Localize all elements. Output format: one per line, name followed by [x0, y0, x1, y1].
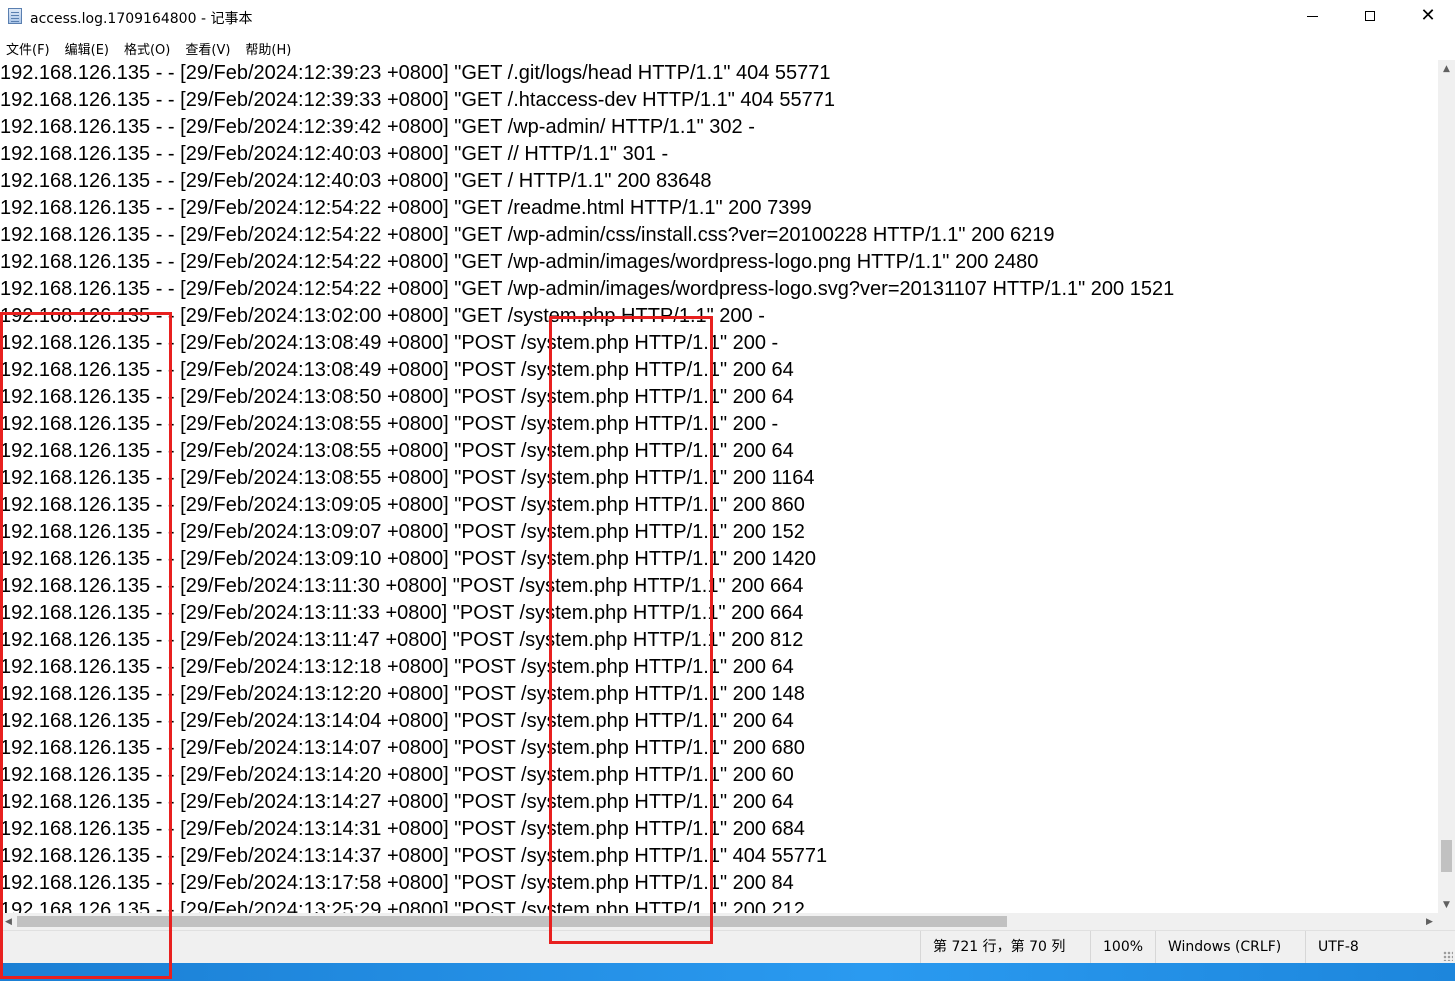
log-line: 192.168.126.135 - - [29/Feb/2024:13:09:1… [0, 548, 817, 570]
log-line: 192.168.126.135 - - [29/Feb/2024:13:08:4… [0, 332, 779, 354]
log-line: 192.168.126.135 - - [29/Feb/2024:12:54:2… [0, 278, 1175, 300]
scroll-down-icon[interactable]: ▼ [1438, 896, 1455, 913]
log-line: 192.168.126.135 - - [29/Feb/2024:12:40:0… [0, 170, 712, 192]
log-line: 192.168.126.135 - - [29/Feb/2024:12:54:2… [0, 224, 1055, 246]
log-line: 192.168.126.135 - - [29/Feb/2024:13:14:0… [0, 737, 805, 759]
log-line: 192.168.126.135 - - [29/Feb/2024:13:11:4… [0, 629, 804, 651]
menu-format[interactable]: 格式(O) [118, 39, 179, 58]
minimize-icon [1306, 15, 1318, 17]
minimize-button[interactable] [1288, 0, 1336, 32]
zoom-level: 100% [1090, 931, 1155, 963]
log-line: 192.168.126.135 - - [29/Feb/2024:13:14:0… [0, 710, 794, 732]
log-line: 192.168.126.135 - - [29/Feb/2024:13:14:2… [0, 764, 794, 786]
menu-bar: 文件(F) 编辑(E) 格式(O) 查看(V) 帮助(H) [0, 36, 1455, 60]
resize-grip-icon[interactable] [1443, 951, 1453, 961]
scroll-corner [1438, 913, 1455, 930]
log-line: 192.168.126.135 - - [29/Feb/2024:13:14:3… [0, 818, 805, 840]
menu-view[interactable]: 查看(V) [179, 39, 239, 58]
log-line: 192.168.126.135 - - [29/Feb/2024:13:17:5… [0, 872, 794, 894]
menu-edit[interactable]: 编辑(E) [59, 39, 118, 58]
horizontal-scroll-thumb[interactable] [17, 916, 1007, 927]
log-line: 192.168.126.135 - - [29/Feb/2024:12:39:2… [0, 62, 831, 84]
scroll-up-icon[interactable]: ▲ [1438, 60, 1455, 77]
log-line: 192.168.126.135 - - [29/Feb/2024:13:08:4… [0, 359, 794, 381]
log-line: 192.168.126.135 - - [29/Feb/2024:12:54:2… [0, 197, 812, 219]
log-line: 192.168.126.135 - - [29/Feb/2024:13:08:5… [0, 386, 794, 408]
vertical-scroll-thumb[interactable] [1441, 840, 1452, 872]
menu-help[interactable]: 帮助(H) [239, 39, 300, 58]
encoding: UTF-8 [1305, 931, 1455, 963]
close-icon: ✕ [1420, 5, 1436, 26]
log-line: 192.168.126.135 - - [29/Feb/2024:13:09:0… [0, 494, 805, 516]
status-bar: 第 721 行，第 70 列 100% Windows (CRLF) UTF-8 [0, 930, 1455, 963]
maximize-icon [1365, 11, 1375, 21]
log-line: 192.168.126.135 - - [29/Feb/2024:13:14:3… [0, 845, 828, 867]
text-editor[interactable]: 192.168.126.135 - - [29/Feb/2024:12:39:2… [0, 60, 1438, 913]
log-line: 192.168.126.135 - - [29/Feb/2024:13:14:2… [0, 791, 794, 813]
log-line: 192.168.126.135 - - [29/Feb/2024:13:08:5… [0, 440, 794, 462]
log-line: 192.168.126.135 - - [29/Feb/2024:13:12:2… [0, 683, 805, 705]
log-line: 192.168.126.135 - - [29/Feb/2024:12:39:4… [0, 116, 755, 138]
scroll-right-icon[interactable]: ▶ [1421, 913, 1438, 930]
log-line: 192.168.126.135 - - [29/Feb/2024:13:11:3… [0, 602, 804, 624]
log-line: 192.168.126.135 - - [29/Feb/2024:12:40:0… [0, 143, 669, 165]
log-line: 192.168.126.135 - - [29/Feb/2024:13:25:2… [0, 899, 805, 913]
close-button[interactable]: ✕ [1404, 0, 1452, 32]
scroll-left-icon[interactable]: ◀ [0, 913, 17, 930]
cursor-position: 第 721 行，第 70 列 [920, 931, 1090, 963]
log-line: 192.168.126.135 - - [29/Feb/2024:12:54:2… [0, 251, 1039, 273]
notepad-icon [8, 8, 22, 24]
taskbar-strip [0, 963, 1455, 981]
log-line: 192.168.126.135 - - [29/Feb/2024:13:02:0… [0, 305, 765, 327]
title-bar: access.log.1709164800 - 记事本 ✕ [0, 0, 1455, 34]
log-line: 192.168.126.135 - - [29/Feb/2024:13:12:1… [0, 656, 794, 678]
log-line: 192.168.126.135 - - [29/Feb/2024:13:08:5… [0, 467, 815, 489]
log-line: 192.168.126.135 - - [29/Feb/2024:13:09:0… [0, 521, 805, 543]
horizontal-scrollbar[interactable]: ◀ ▶ [0, 913, 1438, 930]
maximize-button[interactable] [1346, 0, 1394, 32]
window-title: access.log.1709164800 - 记事本 [30, 11, 253, 27]
log-line: 192.168.126.135 - - [29/Feb/2024:12:39:3… [0, 89, 835, 111]
menu-file[interactable]: 文件(F) [0, 39, 59, 58]
log-line: 192.168.126.135 - - [29/Feb/2024:13:11:3… [0, 575, 804, 597]
vertical-scrollbar[interactable]: ▲ ▼ [1438, 60, 1455, 913]
log-line: 192.168.126.135 - - [29/Feb/2024:13:08:5… [0, 413, 779, 435]
line-ending: Windows (CRLF) [1155, 931, 1305, 963]
